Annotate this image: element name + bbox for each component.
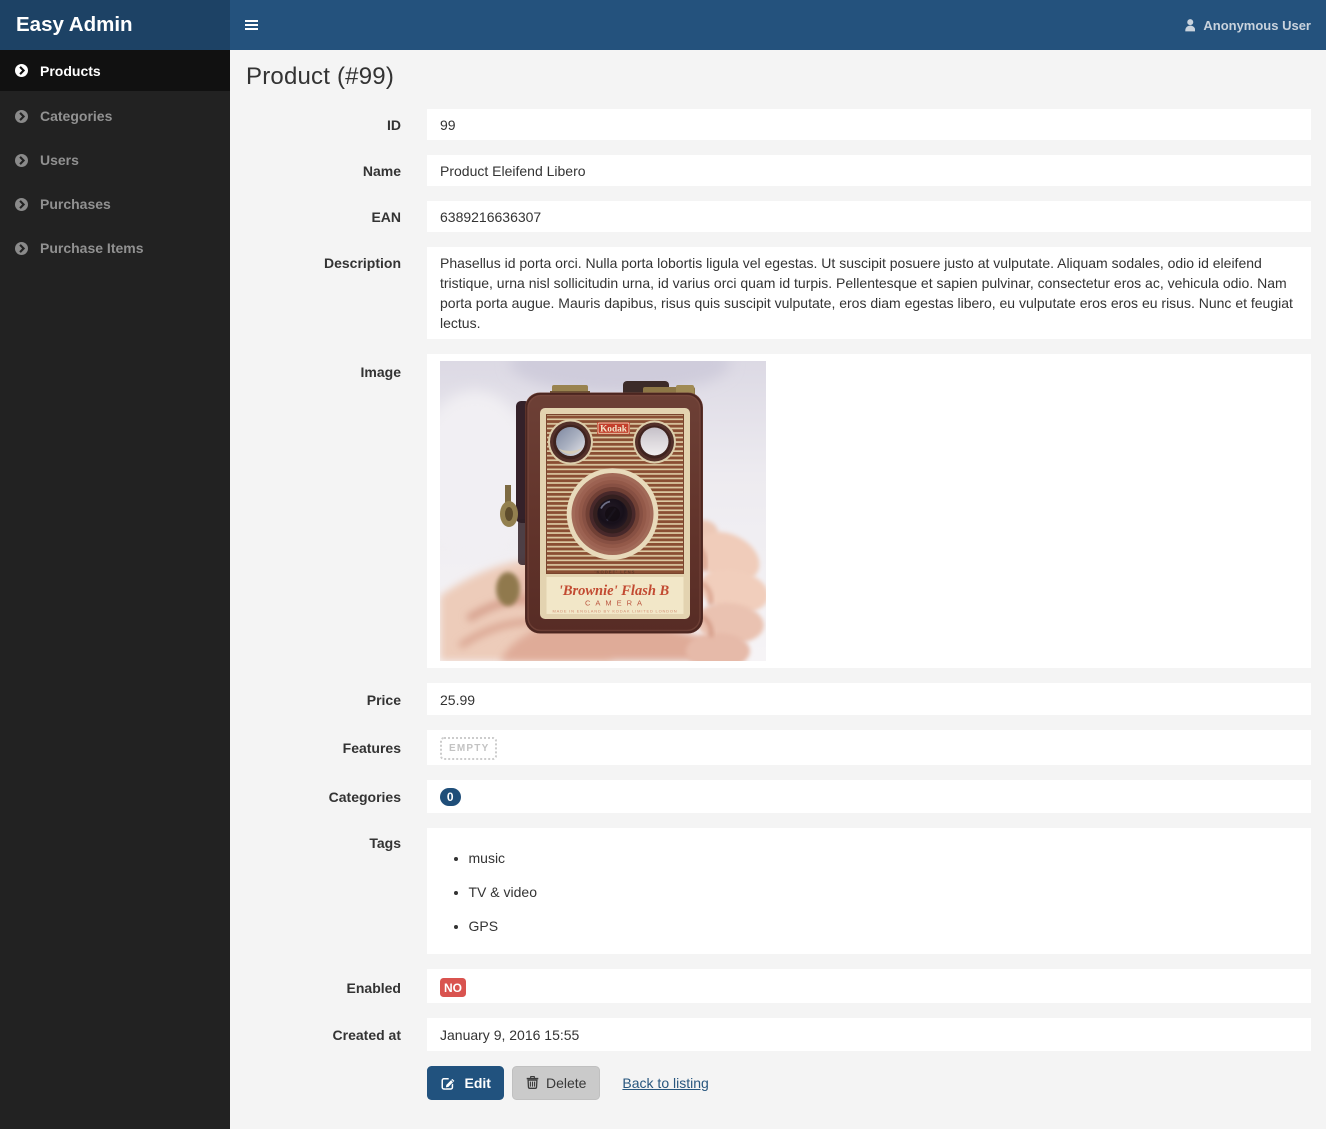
- svg-text:Kodak: Kodak: [600, 424, 628, 434]
- svg-text:CAMERA: CAMERA: [585, 599, 647, 608]
- svg-text:MADE IN ENGLAND BY KODAK LIMIT: MADE IN ENGLAND BY KODAK LIMITED LONDON: [553, 609, 678, 614]
- svg-text:'Brownie' Flash B: 'Brownie' Flash B: [559, 583, 670, 599]
- svg-text:'KODET' LENS: 'KODET' LENS: [595, 570, 636, 575]
